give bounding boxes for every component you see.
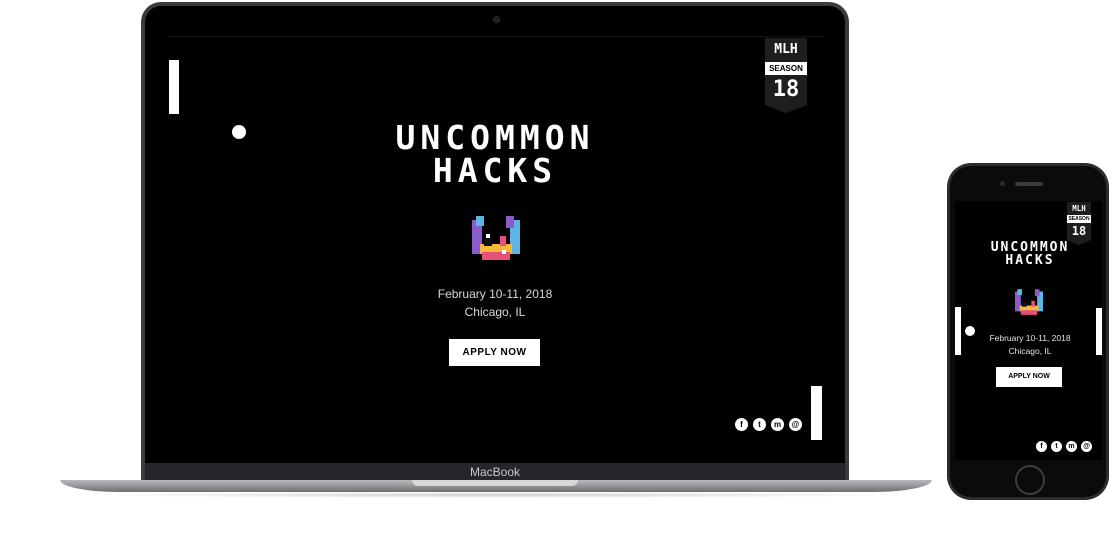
mlh-badge-season: SEASON: [765, 62, 807, 75]
phone-earpiece: [1015, 182, 1043, 186]
social-links: f t m @: [735, 418, 802, 431]
email-icon[interactable]: @: [789, 418, 802, 431]
phone-apply-now-button[interactable]: APPLY NOW: [996, 367, 1062, 387]
mlh-season-badge[interactable]: MLH SEASON 18: [765, 38, 807, 113]
twitter-icon[interactable]: t: [753, 418, 766, 431]
mlh-badge-tail: [765, 105, 807, 113]
facebook-icon[interactable]: f: [735, 418, 748, 431]
laptop-base-notch: [412, 480, 578, 486]
mlh-badge-logo: MLH: [765, 38, 807, 62]
phone-mlh-badge-logo: MLH: [1067, 202, 1091, 215]
phone-home-button[interactable]: [1015, 465, 1045, 495]
laptop-shadow: [70, 492, 922, 498]
pong-ball: [232, 125, 246, 139]
messenger-icon[interactable]: m: [771, 418, 784, 431]
phone-page-title-line2: HACKS: [1005, 253, 1055, 268]
phone-event-date: February 10-11, 2018: [989, 333, 1071, 343]
phone-mlh-season-badge[interactable]: MLH SEASON 18: [1067, 202, 1091, 245]
phone-twitter-icon[interactable]: t: [1051, 441, 1062, 452]
phone-email-icon[interactable]: @: [1081, 441, 1092, 452]
phone-mlh-badge-tail: [1067, 240, 1091, 245]
event-location: Chicago, IL: [464, 305, 526, 319]
event-date: February 10-11, 2018: [437, 287, 553, 301]
apply-now-button[interactable]: APPLY NOW: [449, 339, 540, 366]
phone-social-links: f t m @: [1036, 441, 1092, 452]
pong-paddle-left: [169, 60, 179, 114]
phone-front-camera: [1000, 181, 1005, 186]
phone-facebook-icon[interactable]: f: [1036, 441, 1047, 452]
phone-uncommon-hacks-logo-icon: [1015, 289, 1043, 315]
laptop-camera: [493, 16, 500, 23]
uncommon-hacks-logo-icon: [472, 216, 520, 260]
page-title-line2: HACKS: [432, 151, 558, 190]
phone-mlh-badge-season: SEASON: [1067, 215, 1091, 223]
pong-paddle-right: [811, 386, 822, 440]
phone-event-location: Chicago, IL: [1008, 346, 1052, 356]
mlh-badge-number: 18: [765, 75, 807, 105]
laptop-brand-label: MacBook: [469, 465, 521, 479]
phone-mlh-badge-number: 18: [1067, 223, 1091, 240]
phone-messenger-icon[interactable]: m: [1066, 441, 1077, 452]
